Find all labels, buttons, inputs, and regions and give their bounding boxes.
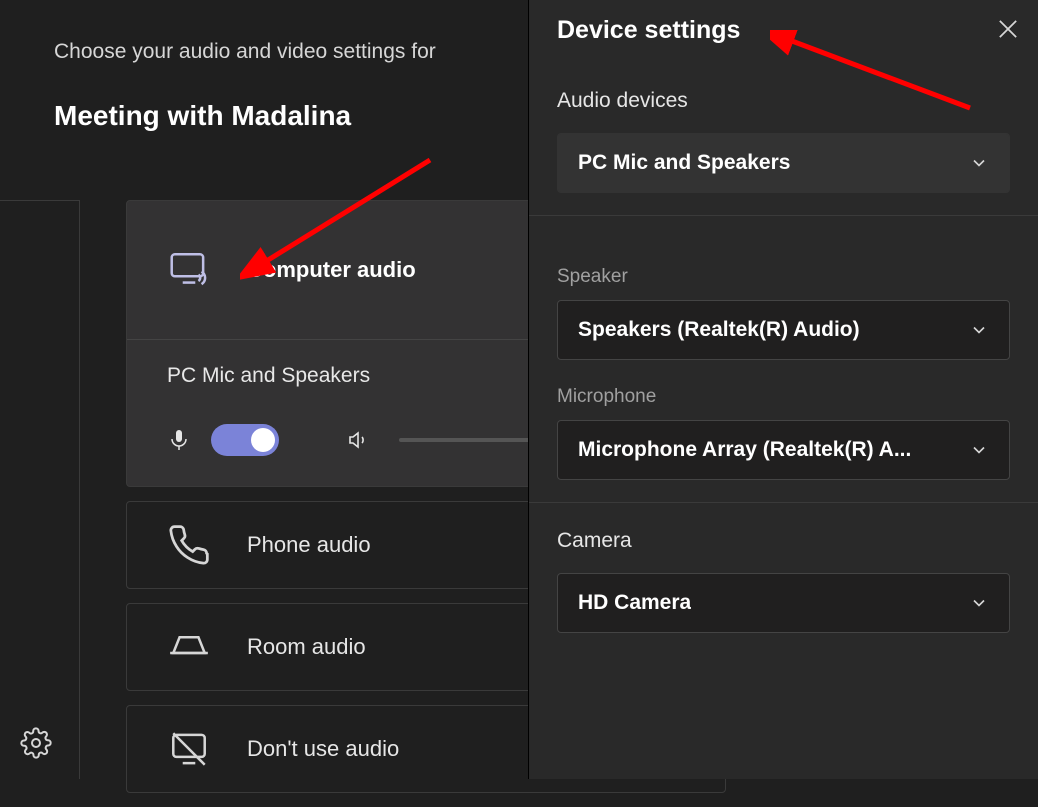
option-label: Room audio	[247, 634, 366, 660]
phone-icon	[167, 523, 211, 567]
camera-select[interactable]: HD Camera	[557, 573, 1010, 633]
left-rail	[0, 200, 80, 779]
gear-icon[interactable]	[20, 727, 52, 759]
select-value: Speakers (Realtek(R) Audio)	[578, 318, 860, 342]
audio-device-select[interactable]: PC Mic and Speakers	[557, 133, 1010, 193]
mic-toggle[interactable]	[211, 424, 279, 456]
speaker-select[interactable]: Speakers (Realtek(R) Audio)	[557, 300, 1010, 360]
camera-label: Camera	[557, 529, 1010, 553]
speaker-label: Speaker	[557, 266, 1010, 288]
microphone-icon	[167, 428, 191, 452]
select-value: Microphone Array (Realtek(R) A...	[578, 438, 911, 462]
select-value: PC Mic and Speakers	[578, 151, 790, 175]
chevron-down-icon	[969, 320, 989, 340]
speaker-icon	[347, 428, 371, 452]
option-label: Don't use audio	[247, 736, 399, 762]
no-audio-icon	[167, 727, 211, 771]
close-icon[interactable]	[994, 15, 1022, 43]
room-icon	[167, 625, 211, 669]
device-settings-title: Device settings	[557, 16, 740, 45]
option-label: Phone audio	[247, 532, 371, 558]
select-value: HD Camera	[578, 591, 691, 615]
device-settings-panel: Device settings Audio devices PC Mic and…	[528, 0, 1038, 779]
microphone-select[interactable]: Microphone Array (Realtek(R) A...	[557, 420, 1010, 480]
microphone-label: Microphone	[557, 386, 1010, 408]
option-label: Computer audio	[247, 257, 416, 283]
computer-audio-icon	[167, 248, 211, 292]
audio-devices-label: Audio devices	[557, 89, 1010, 113]
chevron-down-icon	[969, 440, 989, 460]
chevron-down-icon	[969, 593, 989, 613]
chevron-down-icon	[969, 153, 989, 173]
